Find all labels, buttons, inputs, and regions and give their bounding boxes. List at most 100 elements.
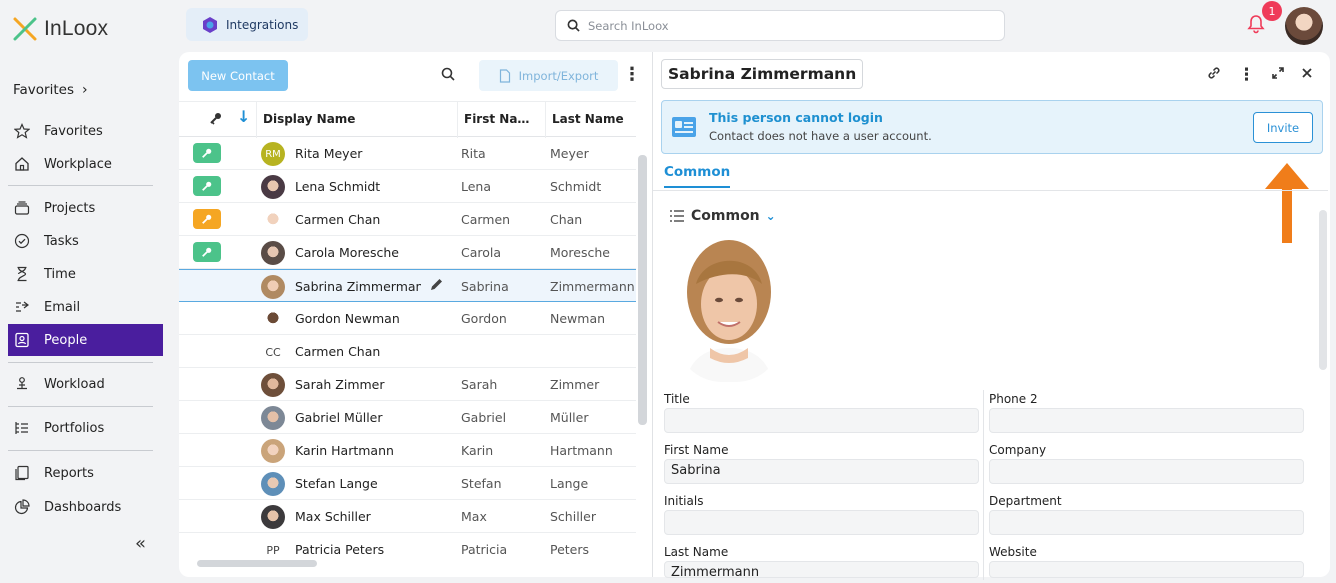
sidebar-item-projects[interactable]: Projects	[8, 192, 163, 224]
contact-name-title[interactable]: Sabrina Zimmermann	[661, 59, 864, 89]
title-field[interactable]	[664, 408, 979, 433]
department-field[interactable]	[989, 510, 1304, 535]
app-name: InLoox	[44, 17, 109, 40]
sidebar-item-label: Tasks	[44, 233, 79, 249]
column-divider	[256, 102, 257, 138]
contact-photo[interactable]	[676, 234, 782, 382]
field-label-website: Website	[989, 545, 1037, 559]
avatar	[261, 373, 285, 397]
cell-first-name: Patricia	[461, 542, 508, 557]
cell-display-name: Sarah Zimmer	[295, 377, 385, 392]
list-search-icon[interactable]	[441, 67, 455, 85]
dashboard-icon	[13, 498, 31, 516]
new-contact-button[interactable]: New Contact	[188, 60, 288, 91]
collapse-sidebar-icon[interactable]: «	[135, 533, 146, 554]
invite-button[interactable]: Invite	[1253, 112, 1313, 143]
list-horizontal-scrollbar[interactable]	[197, 560, 317, 567]
cell-display-name: Sabrina Zimmermann	[295, 279, 421, 294]
initials-field[interactable]	[664, 510, 979, 535]
column-last-name[interactable]: Last Name	[552, 112, 624, 126]
sidebar-item-workload[interactable]: Workload	[8, 368, 163, 400]
link-icon[interactable]	[1206, 65, 1222, 85]
arrow-up-icon	[1264, 163, 1310, 249]
avatar	[261, 175, 285, 199]
sidebar-item-label: Reports	[44, 465, 94, 481]
phone2-field[interactable]	[989, 408, 1304, 433]
notification-badge: 1	[1262, 1, 1282, 21]
table-row[interactable]: Max Schiller Max Schiller	[179, 500, 636, 533]
cell-first-name: Max	[461, 509, 487, 524]
list-more-icon[interactable]: ⋮	[623, 64, 641, 85]
close-icon[interactable]	[1301, 67, 1313, 83]
expand-icon[interactable]	[1271, 66, 1285, 84]
column-display-name[interactable]: Display Name	[263, 112, 355, 126]
table-row[interactable]: RM Rita Meyer Rita Meyer	[179, 137, 636, 170]
field-label-title: Title	[664, 392, 690, 406]
sidebar-item-favorites[interactable]: Favorites	[8, 115, 163, 147]
cell-first-name: Gordon	[461, 311, 507, 326]
sidebar-item-dashboards[interactable]: Dashboards	[8, 491, 163, 523]
sidebar-item-label: Projects	[44, 200, 96, 216]
field-label-last-name: Last Name	[664, 545, 729, 559]
edit-pencil-icon[interactable]	[429, 277, 444, 296]
table-row[interactable]: Gabriel Müller Gabriel Müller	[179, 401, 636, 434]
app-logo[interactable]: InLoox	[12, 16, 108, 42]
sidebar-item-reports[interactable]: Reports	[8, 457, 163, 489]
banner-subtitle: Contact does not have a user account.	[709, 129, 932, 143]
detail-toolbar: ⋮	[1206, 65, 1313, 85]
sidebar-item-workplace[interactable]: Workplace	[8, 148, 163, 180]
user-avatar[interactable]	[1285, 7, 1323, 45]
cell-first-name: Carmen	[461, 212, 511, 227]
sort-desc-icon[interactable]: ↓	[237, 107, 250, 126]
notifications-button[interactable]	[1247, 14, 1265, 38]
integrations-button[interactable]: Integrations	[186, 8, 308, 41]
more-options-icon[interactable]: ⋮	[1238, 65, 1255, 85]
hourglass-icon	[13, 265, 31, 283]
sidebar-divider	[8, 362, 153, 363]
table-row[interactable]: Sarah Zimmer Sarah Zimmer	[179, 368, 636, 401]
search-placeholder: Search InLoox	[588, 18, 669, 33]
table-row[interactable]: Lena Schmidt Lena Schmidt	[179, 170, 636, 203]
fields-column-divider	[983, 390, 984, 580]
table-row[interactable]: Stefan Lange Stefan Lange	[179, 467, 636, 500]
cell-first-name: Sarah	[461, 377, 498, 392]
favorites-header[interactable]: Favorites ›	[13, 82, 88, 98]
section-common-header[interactable]: Common ⌄	[669, 208, 776, 224]
sidebar-item-portfolios[interactable]: Portfolios	[8, 412, 163, 444]
sidebar-item-time[interactable]: Time	[8, 258, 163, 290]
banner-title: This person cannot login	[709, 110, 883, 125]
sidebar-item-label: Portfolios	[44, 420, 105, 436]
table-row-selected[interactable]: Sabrina Zimmermann Sabrina Zimmermann	[179, 269, 636, 302]
table-row[interactable]: Karin Hartmann Karin Hartmann	[179, 434, 636, 467]
cell-display-name: Carmen Chan	[295, 212, 381, 227]
avatar	[261, 505, 285, 529]
cell-last-name: Schiller	[550, 509, 596, 524]
cell-display-name: Rita Meyer	[295, 146, 363, 161]
key-column-icon[interactable]	[209, 111, 223, 128]
column-first-name[interactable]: First Na…	[464, 112, 529, 126]
table-row[interactable]: Carola Moresche Carola Moresche	[179, 236, 636, 269]
sidebar-item-label: Dashboards	[44, 499, 122, 515]
avatar: RM	[261, 142, 285, 166]
import-export-button[interactable]: Import/Export	[479, 60, 618, 91]
table-row[interactable]: CC Carmen Chan	[179, 335, 636, 368]
sidebar-divider	[8, 185, 153, 186]
global-search-input[interactable]: Search InLoox	[555, 10, 1005, 41]
sidebar-item-people[interactable]: People	[8, 324, 163, 356]
sidebar-item-label: People	[44, 332, 88, 348]
cell-display-name: Gabriel Müller	[295, 410, 383, 425]
cell-display-name: Carola Moresche	[295, 245, 399, 260]
first-name-field[interactable]: Sabrina	[664, 459, 979, 484]
table-row[interactable]: Gordon Newman Gordon Newman	[179, 302, 636, 335]
cell-display-name: Carmen Chan	[295, 344, 381, 359]
last-name-field[interactable]: Zimmermann	[664, 561, 979, 578]
avatar	[261, 241, 285, 265]
tab-common[interactable]: Common	[664, 164, 731, 188]
list-vertical-scrollbar[interactable]	[638, 155, 647, 425]
sidebar-item-tasks[interactable]: Tasks	[8, 225, 163, 257]
company-field[interactable]	[989, 459, 1304, 484]
table-row[interactable]: Carmen Chan Carmen Chan	[179, 203, 636, 236]
detail-vertical-scrollbar[interactable]	[1319, 210, 1327, 370]
website-field[interactable]	[989, 561, 1304, 578]
sidebar-item-email[interactable]: Email	[8, 291, 163, 323]
